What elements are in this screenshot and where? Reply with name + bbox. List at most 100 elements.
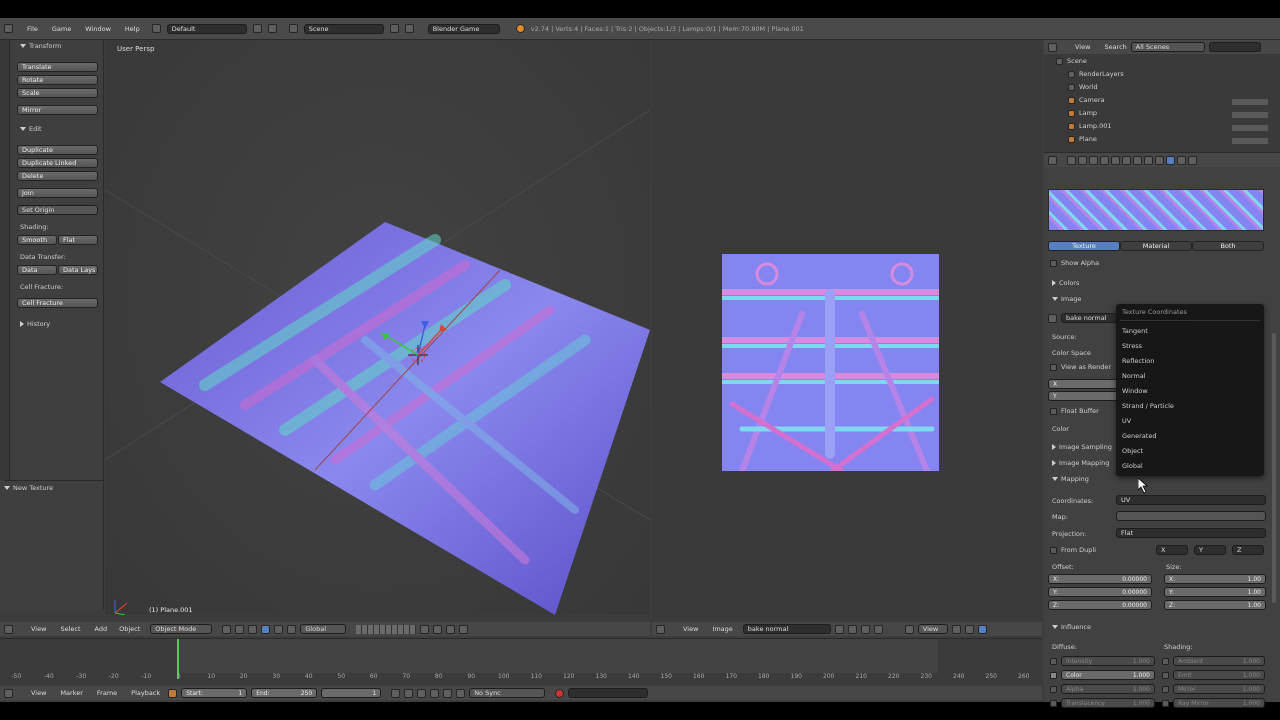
menu-option-reflection[interactable]: Reflection xyxy=(1122,357,1154,365)
diffuse-translucency-row[interactable]: Translucency 1.000 xyxy=(1050,698,1155,708)
data-context-icon[interactable] xyxy=(1144,155,1153,165)
colors-panel-header[interactable]: Colors xyxy=(1052,279,1079,287)
display-mode-select[interactable]: All Scenes xyxy=(1130,42,1205,52)
menu-help[interactable]: Help xyxy=(125,25,140,33)
play-icon[interactable] xyxy=(430,688,440,698)
set-origin-dropdown[interactable]: Set Origin xyxy=(17,205,98,215)
menu-playback[interactable]: Playback xyxy=(131,689,160,697)
data-button[interactable]: Data xyxy=(17,265,57,275)
mapping-panel-header[interactable]: Mapping xyxy=(1052,475,1089,483)
menu-view[interactable]: View xyxy=(31,625,46,633)
projection-select[interactable]: Flat xyxy=(1116,528,1266,538)
duplicate-linked-button[interactable]: Duplicate Linked xyxy=(17,158,98,168)
size-z-field[interactable]: Z: 1.00 xyxy=(1164,600,1266,610)
menu-marker[interactable]: Marker xyxy=(60,689,82,697)
flat-button[interactable]: Flat xyxy=(58,235,98,245)
editor-type-icon[interactable] xyxy=(656,624,665,634)
play-reverse-icon[interactable] xyxy=(417,688,427,698)
menu-option-strand-particle[interactable]: Strand / Particle xyxy=(1122,402,1174,410)
diffuse-alpha-row[interactable]: Alpha 1.000 xyxy=(1050,684,1155,694)
menu-option-global[interactable]: Global xyxy=(1122,462,1143,470)
next-keyframe-icon[interactable] xyxy=(443,688,453,698)
editor-type-icon[interactable] xyxy=(4,624,13,634)
dupli-y-select[interactable]: Y xyxy=(1194,545,1226,555)
new-image-icon[interactable] xyxy=(847,624,857,634)
jump-start-icon[interactable] xyxy=(391,688,401,698)
menu-object[interactable]: Object xyxy=(119,625,140,633)
jump-end-icon[interactable] xyxy=(456,688,466,698)
modifiers-context-icon[interactable] xyxy=(1133,155,1142,165)
mode-select[interactable]: Object Mode xyxy=(150,624,213,634)
view-as-render-checkbox[interactable]: View as Render xyxy=(1050,363,1111,371)
image-sampling-panel-header[interactable]: Image Sampling xyxy=(1052,443,1112,451)
menu-frame[interactable]: Frame xyxy=(97,689,117,697)
menu-option-window[interactable]: Window xyxy=(1122,387,1148,395)
outliner-item-world[interactable]: World xyxy=(1068,83,1098,91)
image-editor[interactable] xyxy=(652,40,1042,620)
editor-type-icon[interactable] xyxy=(1048,155,1057,165)
editor-type-icon[interactable] xyxy=(4,688,13,698)
delete-button[interactable]: Delete xyxy=(17,171,98,181)
manipulator-toggle-icon[interactable] xyxy=(248,624,258,634)
end-frame-field[interactable]: End: 250 xyxy=(251,688,318,698)
add-scene-icon[interactable] xyxy=(389,24,399,33)
translate-manipulator-icon[interactable] xyxy=(261,624,271,634)
dupli-x-select[interactable]: X xyxy=(1156,545,1188,555)
diffuse-intensity-row[interactable]: Intensity 1.000 xyxy=(1050,656,1155,666)
editor-type-icon[interactable] xyxy=(1048,42,1057,52)
smooth-button[interactable]: Smooth xyxy=(17,235,57,245)
visibility-toggles[interactable] xyxy=(1232,96,1268,146)
menu-option-stress[interactable]: Stress xyxy=(1122,342,1142,350)
toolshelf-tabs[interactable] xyxy=(0,40,10,480)
size-y-field[interactable]: Y: 1.00 xyxy=(1164,587,1266,597)
timeline[interactable]: -50 -40 -30 -20 -10 0 10 20 30 40 50 60 … xyxy=(0,638,1042,686)
size-x-field[interactable]: X: 1.00 xyxy=(1164,574,1266,584)
engine-select[interactable]: Blender Game xyxy=(427,23,500,34)
preview-tab-material[interactable]: Material xyxy=(1120,241,1192,251)
mirror-button[interactable]: Mirror xyxy=(17,105,98,115)
menu-select[interactable]: Select xyxy=(60,625,80,633)
scene-icon[interactable] xyxy=(288,24,298,33)
render-context-icon[interactable] xyxy=(1067,155,1076,165)
shading-mode-icon[interactable] xyxy=(222,624,232,634)
physics-context-icon[interactable] xyxy=(1188,155,1197,165)
scale-manipulator-icon[interactable] xyxy=(287,624,297,634)
scene-field[interactable]: Scene xyxy=(303,23,384,34)
prev-keyframe-icon[interactable] xyxy=(404,688,414,698)
shading-ray-mirror-row[interactable]: Ray Mirror 1.000 xyxy=(1162,698,1265,708)
proportional-edit-icon[interactable] xyxy=(433,624,443,634)
outliner-item-lamp[interactable]: Lamp xyxy=(1068,109,1097,117)
shading-emit-row[interactable]: Emit 1.000 xyxy=(1162,670,1265,680)
remove-scene-icon[interactable] xyxy=(404,24,414,33)
menu-option-object[interactable]: Object xyxy=(1122,447,1143,455)
shading-ambient-row[interactable]: Ambient 1.000 xyxy=(1162,656,1265,666)
menu-option-generated[interactable]: Generated xyxy=(1122,432,1156,440)
outliner-item-camera[interactable]: Camera xyxy=(1068,96,1105,104)
outliner-item-renderlayers[interactable]: RenderLayers xyxy=(1068,70,1124,78)
preview-tab-texture[interactable]: Texture xyxy=(1048,241,1120,251)
transform-panel-header[interactable]: Transform xyxy=(20,42,61,50)
influence-panel-header[interactable]: Influence xyxy=(1052,623,1091,631)
from-dupli-checkbox[interactable]: From Dupli xyxy=(1050,546,1096,554)
shading-mirror-row[interactable]: Mirror 1.000 xyxy=(1162,684,1265,694)
menu-option-normal[interactable]: Normal xyxy=(1122,372,1146,380)
menu-option-uv[interactable]: UV xyxy=(1122,417,1131,425)
preview-range-icon[interactable] xyxy=(168,688,178,698)
add-layout-icon[interactable] xyxy=(252,24,262,33)
data-layers-button[interactable]: Data Lays xyxy=(58,265,98,275)
coordinates-select[interactable]: UV xyxy=(1116,495,1266,505)
particles-context-icon[interactable] xyxy=(1177,155,1186,165)
diffuse-color-row[interactable]: Color 1.000 xyxy=(1050,670,1155,680)
render-preview-icon[interactable] xyxy=(459,624,469,634)
pivot-icon[interactable] xyxy=(951,624,961,634)
layer-buttons[interactable] xyxy=(356,624,417,634)
view-mode-select[interactable]: View xyxy=(917,624,948,634)
offset-z-field[interactable]: Z: 0.00000 xyxy=(1048,600,1152,610)
menu-game[interactable]: Game xyxy=(52,25,71,33)
offset-x-field[interactable]: X: 0.00000 xyxy=(1048,574,1152,584)
cell-fracture-button[interactable]: Cell Fracture xyxy=(17,298,98,308)
draw-channels-icon[interactable] xyxy=(964,624,974,634)
scale-button[interactable]: Scale xyxy=(17,88,98,98)
outliner-item-lamp-001[interactable]: Lamp.001 xyxy=(1068,122,1112,130)
offset-y-field[interactable]: Y: 0.00000 xyxy=(1048,587,1152,597)
